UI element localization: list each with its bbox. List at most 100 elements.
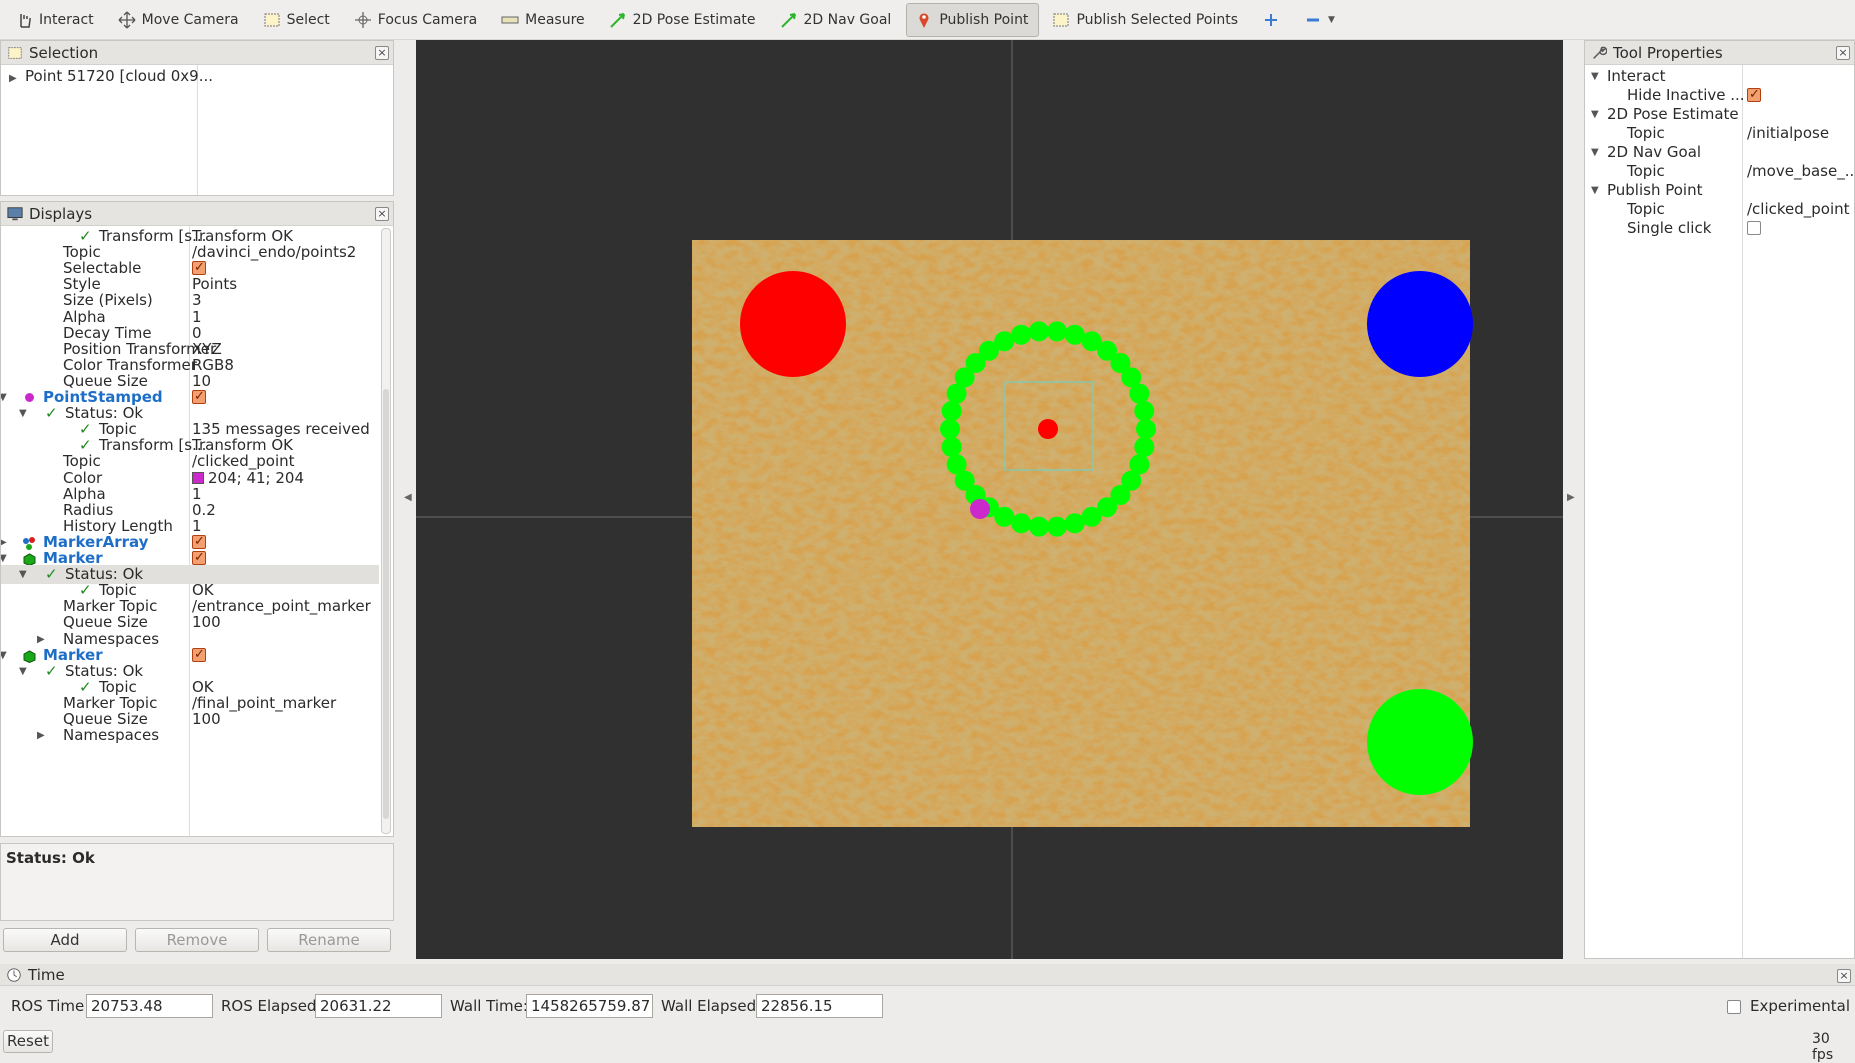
pin-icon bbox=[919, 12, 929, 28]
displays-scrollbar[interactable] bbox=[381, 228, 391, 834]
tool-property-value[interactable]: /move_base_... bbox=[1747, 162, 1855, 181]
wall-time-field[interactable]: 1458265759.87 bbox=[526, 994, 653, 1018]
publish-point-label: Publish Point bbox=[939, 11, 1029, 28]
clicked-point bbox=[970, 499, 990, 519]
display-row[interactable]: ▶ Namespaces bbox=[1, 726, 379, 745]
remove-display-button[interactable]: Remove bbox=[135, 928, 259, 952]
selection-item-label: Point 51720 [cloud 0x9... bbox=[25, 67, 214, 85]
move-camera-label: Move Camera bbox=[141, 11, 239, 28]
tool-property-value[interactable]: /clicked_point bbox=[1747, 200, 1850, 219]
tool-property-name: Publish Point bbox=[1607, 181, 1703, 199]
rename-display-button[interactable]: Rename bbox=[267, 928, 391, 952]
ring-point bbox=[1011, 324, 1032, 345]
expand-arrow-icon[interactable]: ▶ bbox=[9, 69, 17, 88]
tool-property-row[interactable]: ▼ 2D Pose Estimate bbox=[1585, 105, 1854, 124]
property-checkbox[interactable] bbox=[1747, 85, 1761, 104]
ring-point bbox=[941, 437, 962, 457]
enabled-checkbox[interactable] bbox=[192, 645, 206, 664]
enabled-checkbox[interactable] bbox=[192, 548, 206, 567]
green-marker-sphere bbox=[1367, 689, 1473, 795]
chevron-down-icon[interactable]: ▼ bbox=[1591, 143, 1599, 162]
enabled-checkbox[interactable] bbox=[192, 258, 206, 277]
chevron-down-icon[interactable]: ▼ bbox=[1591, 67, 1599, 86]
measure-tool[interactable]: Measure bbox=[492, 3, 596, 37]
plus-icon bbox=[1264, 13, 1277, 26]
wall-elapsed-field[interactable]: 22856.15 bbox=[756, 994, 883, 1018]
interact-tool[interactable]: Interact bbox=[6, 3, 105, 37]
ring-point bbox=[941, 401, 962, 421]
tool-property-value[interactable]: /initialpose bbox=[1747, 124, 1829, 143]
tool-property-row[interactable]: ▼ Interact bbox=[1585, 67, 1854, 86]
select-label: Select bbox=[286, 11, 330, 28]
tool-property-row[interactable]: ▼ 2D Nav Goal bbox=[1585, 143, 1854, 162]
red-marker-sphere bbox=[740, 271, 846, 377]
tool-property-row[interactable]: Topic/clicked_point bbox=[1585, 200, 1854, 219]
selection-header: Selection × bbox=[1, 41, 393, 65]
select-icon bbox=[1053, 13, 1069, 26]
add-display-button[interactable]: Add bbox=[3, 928, 127, 952]
chevron-right-icon[interactable]: ▶ bbox=[37, 726, 45, 745]
ruler-icon bbox=[501, 16, 519, 23]
property-checkbox[interactable] bbox=[1747, 221, 1761, 235]
point-stamped-icon bbox=[25, 393, 34, 402]
tool-property-row[interactable]: Hide Inactive ... bbox=[1585, 85, 1854, 105]
tool-property-name: 2D Nav Goal bbox=[1607, 143, 1702, 161]
enabled-checkbox[interactable] bbox=[192, 532, 206, 551]
color-swatch[interactable] bbox=[192, 471, 204, 484]
chevron-down-icon[interactable]: ▼ bbox=[1591, 181, 1599, 200]
enabled-checkbox[interactable] bbox=[192, 387, 206, 406]
tool-property-value[interactable] bbox=[1747, 85, 1761, 105]
clock-icon bbox=[7, 967, 21, 982]
tool-property-row[interactable]: ▼ Publish Point bbox=[1585, 181, 1854, 200]
tool-property-name: 2D Pose Estimate bbox=[1607, 105, 1739, 123]
right-splitter-arrow-icon[interactable]: ▶ bbox=[1567, 492, 1575, 503]
move-camera-tool[interactable]: Move Camera bbox=[109, 3, 250, 37]
wall-time-label: Wall Time: bbox=[450, 997, 528, 1015]
ring-point bbox=[1134, 401, 1155, 421]
tool-property-value[interactable] bbox=[1747, 219, 1761, 238]
close-icon[interactable]: × bbox=[375, 207, 389, 221]
close-icon[interactable]: × bbox=[1836, 46, 1850, 60]
displays-tree: ✓ Transform [s... Transform OK Topic/davinc… bbox=[1, 226, 379, 838]
tool-properties-tree: ▼ InteractHide Inactive ... ▼ 2D Pose Estim… bbox=[1585, 65, 1855, 365]
main-toolbar: Interact Move Camera Select Focus Camera… bbox=[0, 0, 1855, 40]
ring-point bbox=[1134, 437, 1155, 457]
tool-properties-header: Tool Properties × bbox=[1585, 41, 1854, 65]
time-header: Time × bbox=[0, 964, 1855, 986]
close-icon[interactable]: × bbox=[1837, 969, 1851, 983]
scene[interactable] bbox=[416, 40, 1563, 959]
add-tool-button[interactable] bbox=[1253, 3, 1291, 37]
chevron-down-icon[interactable]: ▼ bbox=[1591, 105, 1599, 124]
focus-camera-tool[interactable]: Focus Camera bbox=[345, 3, 488, 37]
tool-property-row[interactable]: Topic/move_base_... bbox=[1585, 162, 1855, 181]
reset-button[interactable]: Reset bbox=[3, 1030, 53, 1053]
remove-tool-button[interactable]: ▼ bbox=[1295, 3, 1346, 37]
minus-icon bbox=[1306, 18, 1319, 21]
fps-readout: 30 fps bbox=[1812, 1031, 1834, 1063]
measure-label: Measure bbox=[525, 11, 585, 28]
focus-icon bbox=[354, 11, 371, 28]
left-splitter-arrow-icon[interactable]: ◀ bbox=[404, 492, 412, 503]
pose-estimate-tool[interactable]: 2D Pose Estimate bbox=[600, 3, 767, 37]
publish-point-tool[interactable]: Publish Point bbox=[906, 2, 1040, 37]
wall-elapsed-label: Wall Elapsed: bbox=[661, 997, 762, 1015]
tool-property-row[interactable]: Topic/initialpose bbox=[1585, 124, 1854, 143]
ros-time-field[interactable]: 20753.48 bbox=[86, 994, 213, 1018]
tool-property-row[interactable]: Single click bbox=[1585, 219, 1854, 238]
close-icon[interactable]: × bbox=[375, 46, 389, 60]
interact-label: Interact bbox=[39, 11, 94, 28]
publish-selected-points-tool[interactable]: Publish Selected Points bbox=[1043, 3, 1249, 37]
ros-elapsed-field[interactable]: 20631.22 bbox=[315, 994, 442, 1018]
scrollbar-thumb[interactable] bbox=[383, 389, 389, 819]
nav-goal-tool[interactable]: 2D Nav Goal bbox=[771, 3, 903, 37]
select-tool[interactable]: Select bbox=[254, 3, 341, 37]
arrow-green-icon bbox=[609, 12, 625, 28]
displays-header: Displays × bbox=[1, 202, 393, 226]
displays-title: Displays bbox=[29, 204, 93, 223]
ring-point bbox=[1064, 513, 1085, 534]
render-viewport[interactable] bbox=[416, 40, 1563, 959]
experimental-checkbox[interactable] bbox=[1727, 1000, 1741, 1014]
tool-property-name: Topic bbox=[1627, 200, 1665, 218]
chevron-down-icon: ▼ bbox=[1327, 14, 1335, 25]
ros-elapsed-label: ROS Elapsed: bbox=[221, 997, 322, 1015]
